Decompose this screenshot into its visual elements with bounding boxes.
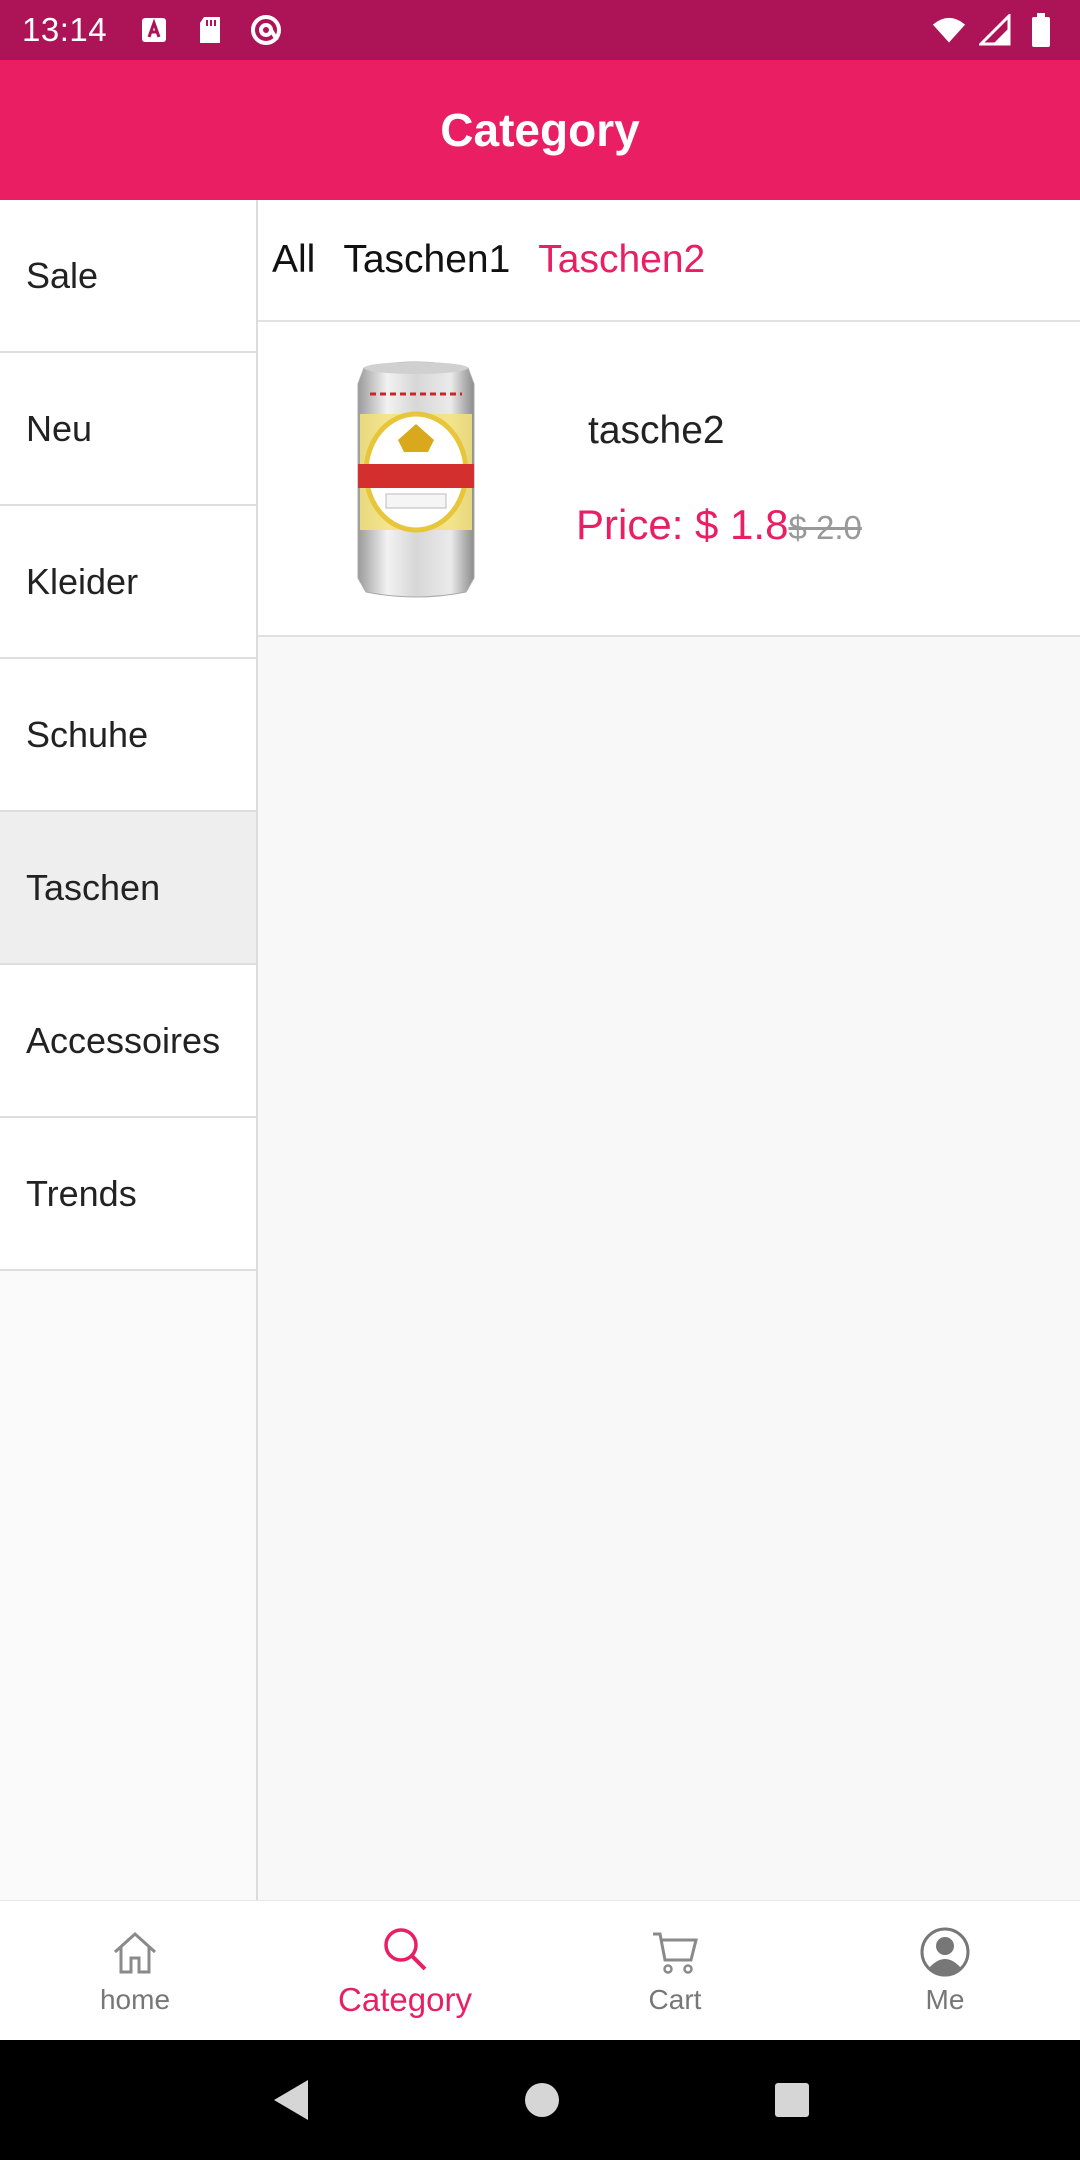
product-price: Price: $ 1.8 (576, 500, 789, 548)
product-info: tasche2 Price: $ 1.8 $ 2.0 (576, 409, 862, 549)
page-title: Category (440, 104, 640, 156)
sidebar-item-schuhe[interactable]: Schuhe (0, 659, 256, 812)
sidebar-item-label: Taschen (26, 866, 161, 908)
nav-category-label: Category (338, 1980, 472, 2018)
app-bar: Category (0, 60, 1080, 200)
sidebar-item-neu[interactable]: Neu (0, 353, 256, 506)
nav-category[interactable]: Category (270, 1901, 540, 2040)
status-bar: 13:14 (0, 0, 1080, 60)
subcategory-tab-taschen2[interactable]: Taschen2 (538, 238, 705, 282)
sidebar-item-label: Accessoires (26, 1019, 221, 1061)
back-icon[interactable] (268, 2076, 312, 2124)
nav-home[interactable]: home (0, 1901, 270, 2040)
status-icons-left (137, 13, 283, 47)
cart-icon (653, 1932, 698, 1974)
category-content: All Taschen1 Taschen2 tasche2 Price: $ 1… (258, 200, 1080, 1900)
battery-icon (1024, 13, 1058, 47)
recents-icon[interactable] (772, 2080, 812, 2120)
product-old-price: $ 2.0 (788, 508, 862, 546)
search-icon (384, 1927, 427, 1970)
home-icon (113, 1931, 157, 1973)
beer-can-image (326, 349, 506, 609)
at-sign-icon (249, 13, 283, 47)
nav-me[interactable]: Me (810, 1901, 1080, 2040)
sd-card-icon (193, 13, 227, 47)
subcategory-tabs: All Taschen1 Taschen2 (258, 200, 1080, 322)
sidebar-item-label: Kleider (26, 560, 139, 602)
subcategory-tab-taschen1[interactable]: Taschen1 (343, 238, 510, 282)
nav-cart[interactable]: Cart (540, 1901, 810, 2040)
sidebar-item-label: Trends (26, 1172, 137, 1214)
category-sidebar: Sale Neu Kleider Schuhe Taschen Accessoi… (0, 200, 258, 1900)
subcategory-tab-all[interactable]: All (272, 238, 315, 282)
home-circle-icon[interactable] (522, 2080, 562, 2120)
sidebar-item-label: Sale (26, 254, 99, 296)
system-navigation-bar (0, 2040, 1080, 2160)
sidebar-item-kleider[interactable]: Kleider (0, 506, 256, 659)
sidebar-item-label: Neu (26, 407, 93, 449)
nav-home-label: home (99, 1983, 171, 2015)
sidebar-item-accessoires[interactable]: Accessoires (0, 965, 256, 1118)
product-name: tasche2 (588, 408, 725, 452)
signal-icon (978, 13, 1012, 47)
a-box-icon (137, 13, 171, 47)
status-time: 13:14 (22, 11, 108, 48)
sidebar-item-trends[interactable]: Trends (0, 1118, 256, 1271)
bottom-navigation: home Category Cart Me (0, 1900, 1080, 2040)
nav-cart-label: Cart (648, 1983, 702, 2015)
app-screen: 13:14 Category Sale Neu Kleider Schuhe T… (0, 0, 1080, 2160)
sidebar-item-sale[interactable]: Sale (0, 200, 256, 353)
product-list-item[interactable]: tasche2 Price: $ 1.8 $ 2.0 (258, 322, 1080, 637)
sidebar-item-label: Schuhe (26, 713, 149, 755)
wifi-icon (932, 13, 966, 47)
status-icons-right (932, 13, 1058, 47)
sidebar-item-taschen[interactable]: Taschen (0, 812, 256, 965)
nav-me-label: Me (925, 1983, 965, 2015)
price-line: Price: $ 1.8 $ 2.0 (576, 501, 862, 549)
person-icon (920, 1927, 970, 1976)
